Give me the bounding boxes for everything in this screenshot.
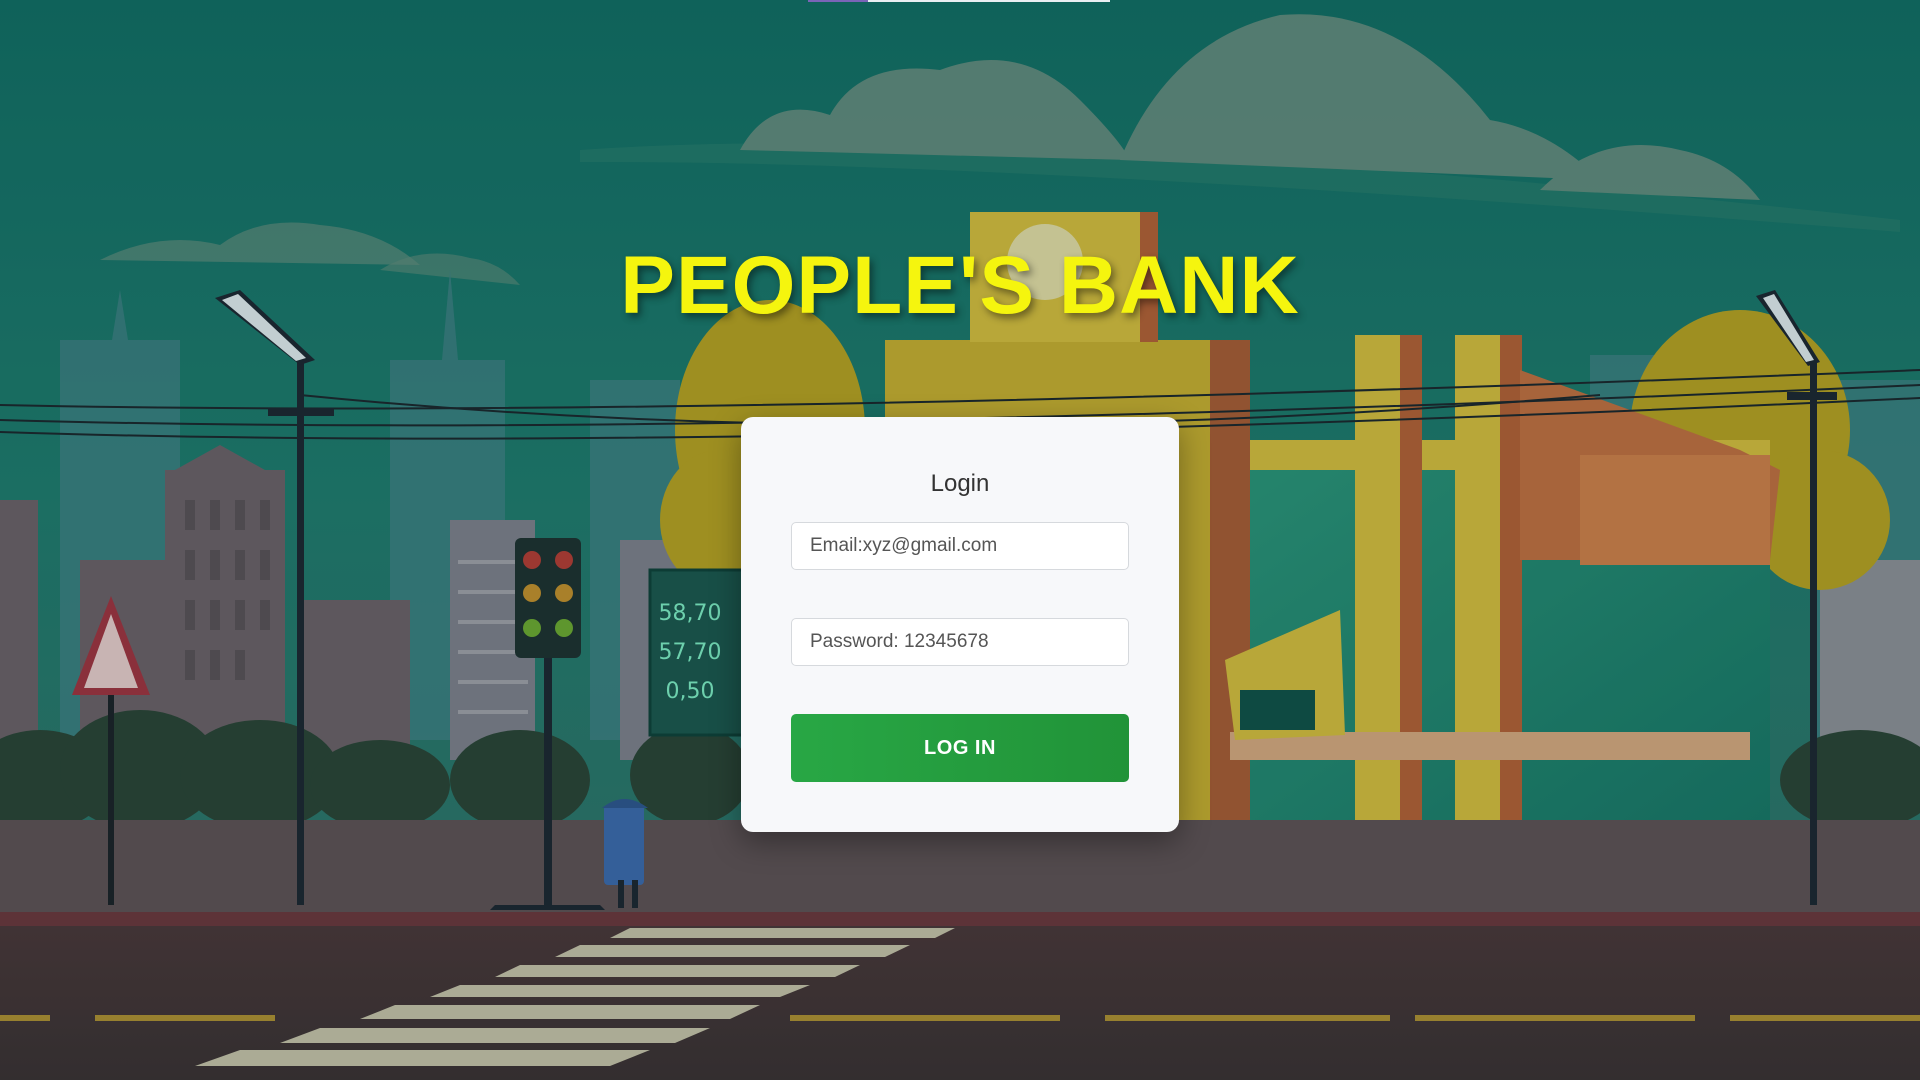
login-button[interactable]: LOG IN: [791, 714, 1129, 782]
bank-title: PEOPLE'S BANK: [620, 240, 1300, 331]
login-heading: Login: [930, 470, 990, 497]
login-card: Login LOG IN: [741, 417, 1179, 832]
login-page: 58,70 57,70 0,50 PEOPLE'S BANK Login Ema…: [0, 0, 1920, 1080]
email-input[interactable]: [791, 522, 1129, 570]
top-progress-strip-accent: [808, 0, 868, 2]
password-input[interactable]: [791, 618, 1129, 666]
